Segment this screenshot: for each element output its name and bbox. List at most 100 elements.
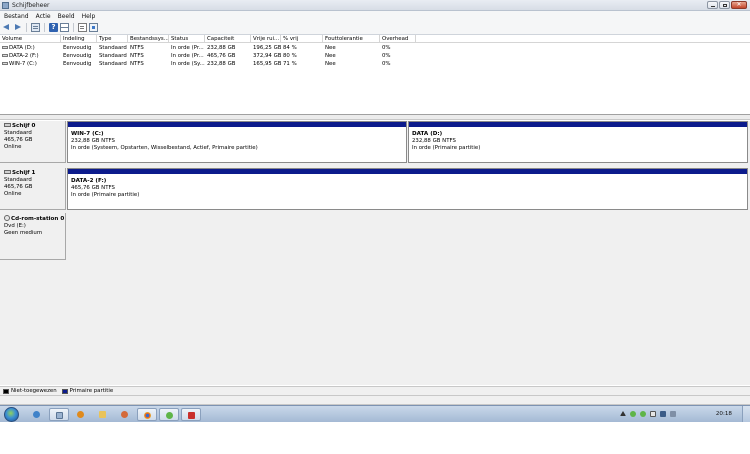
utorrent-tray-icon[interactable] — [640, 411, 646, 417]
toolbar-separator — [44, 23, 45, 32]
taskbar-folder-button[interactable] — [93, 408, 113, 421]
column-header-overhead[interactable]: Overhead — [380, 35, 416, 43]
hard-disk-icon — [4, 170, 11, 174]
disk-label[interactable]: Cd-rom-station 0 Dvd (E:) Geen medium — [0, 213, 66, 260]
cell-bestandssysteem: NTFS — [130, 61, 144, 67]
volume-list: Volume Indeling Type Bestandssys... Stat… — [0, 35, 750, 115]
partition-size: 232,88 GB NTFS — [412, 138, 456, 144]
desktop-screen: Schijfbeheer ✕ Bestand Actie Beeld Help … — [0, 0, 750, 454]
forward-arrow-icon[interactable] — [13, 23, 22, 32]
disk-map: Schijf 0 Standaard 465,76 GB Online WIN-… — [0, 121, 750, 385]
column-header-type[interactable]: Type — [97, 35, 128, 43]
start-button[interactable] — [4, 407, 19, 422]
close-button[interactable]: ✕ — [731, 1, 747, 9]
partition-body: DATA-2 (F:) 465,76 GB NTFS In orde (Prim… — [71, 177, 745, 199]
action-center-icon[interactable] — [650, 411, 656, 417]
column-header-vrije-ruimte[interactable]: Vrije rui... — [251, 35, 281, 43]
menu-beeld[interactable]: Beeld — [58, 13, 75, 20]
partition-data2-f[interactable]: DATA-2 (F:) 465,76 GB NTFS In orde (Prim… — [67, 168, 748, 210]
disk-row-schijf-0: Schijf 0 Standaard 465,76 GB Online WIN-… — [0, 121, 750, 163]
maximize-icon — [723, 4, 727, 7]
disk-name-text: Schijf 0 — [12, 123, 36, 129]
table-row[interactable]: WIN-7 (C:) Eenvoudig Standaard NTFS In o… — [0, 60, 420, 68]
disk-label[interactable]: Schijf 0 Standaard 465,76 GB Online — [0, 121, 66, 163]
taskbar-snipping-tool-button[interactable] — [181, 408, 201, 421]
column-header-status[interactable]: Status — [169, 35, 205, 43]
cell-vrije-ruimte: 372,94 GB — [253, 53, 281, 59]
torrent-tray-icon[interactable] — [630, 411, 636, 417]
partition-name: DATA (D:) — [412, 131, 443, 137]
wmp-icon — [77, 411, 84, 418]
cell-type: Standaard — [99, 53, 127, 59]
grid-view-icon[interactable] — [60, 23, 69, 32]
minimize-button[interactable] — [707, 1, 718, 9]
close-icon: ✕ — [736, 1, 742, 8]
cell-volume-text: DATA-2 (F:) — [9, 53, 39, 59]
help-icon[interactable]: ? — [49, 23, 58, 32]
partition-win7-c[interactable]: WIN-7 (C:) 232,88 GB NTFS In orde (Syste… — [67, 121, 407, 163]
menu-bestand[interactable]: Bestand — [4, 13, 29, 20]
table-row[interactable]: DATA (D:) Eenvoudig Standaard NTFS In or… — [0, 44, 420, 52]
volume-icon[interactable] — [670, 411, 676, 417]
status-bar — [0, 396, 750, 405]
column-header-bestandssysteem[interactable]: Bestandssys... — [128, 35, 169, 43]
partition-size: 465,76 GB NTFS — [71, 185, 115, 191]
disk-type: Standaard — [4, 177, 32, 183]
document-icon[interactable] — [78, 23, 87, 32]
cell-fouttolerantie: Nee — [325, 61, 336, 67]
partition-data-d[interactable]: DATA (D:) 232,88 GB NTFS In orde (Primai… — [408, 121, 748, 163]
column-header-indeling[interactable]: Indeling — [61, 35, 97, 43]
cell-overhead: 0% — [382, 61, 391, 67]
column-header-volume[interactable]: Volume — [0, 35, 61, 43]
pane-splitter[interactable] — [0, 115, 750, 120]
torrent-icon — [166, 412, 173, 419]
taskbar-explorer-button[interactable] — [27, 408, 47, 421]
partition-status: In orde (Primaire partitie) — [412, 145, 481, 151]
taskbar-wmp-button[interactable] — [71, 408, 91, 421]
taskbar-disk-management-button[interactable] — [49, 408, 69, 421]
taskbar-computer-management-button[interactable] — [115, 408, 135, 421]
cell-fouttolerantie: Nee — [325, 45, 336, 51]
disk-row-cdrom-0: Cd-rom-station 0 Dvd (E:) Geen medium — [0, 213, 750, 260]
show-hidden-icons-icon[interactable] — [620, 411, 626, 416]
taskbar-torrent-button[interactable] — [159, 408, 179, 421]
disk-name: Schijf 0 — [4, 123, 65, 130]
minimize-icon — [711, 6, 715, 7]
disk-label[interactable]: Schijf 1 Standaard 465,76 GB Online — [0, 168, 66, 210]
taskbar-chrome-button[interactable] — [137, 408, 157, 421]
cell-indeling: Eenvoudig — [63, 45, 92, 51]
back-arrow-icon[interactable] — [2, 23, 11, 32]
window-title: Schijfbeheer — [12, 2, 50, 9]
window-controls: ✕ — [707, 1, 747, 9]
cd-rom-empty-area — [66, 213, 750, 260]
column-header-procent-vrij[interactable]: % vrij — [281, 35, 323, 43]
cell-procent-vrij: 80 % — [283, 53, 297, 59]
legend-label-unallocated: Niet-toegewezen — [11, 388, 57, 394]
show-hide-console-tree-icon[interactable] — [31, 23, 40, 32]
cell-status: In orde (Pr... — [171, 45, 204, 51]
toolbar-separator — [26, 23, 27, 32]
table-row[interactable]: DATA-2 (F:) Eenvoudig Standaard NTFS In … — [0, 52, 420, 60]
cell-bestandssysteem: NTFS — [130, 53, 144, 59]
column-header-capaciteit[interactable]: Capaciteit — [205, 35, 251, 43]
chrome-icon — [144, 412, 151, 419]
menu-help[interactable]: Help — [82, 13, 96, 20]
menu-actie[interactable]: Actie — [36, 13, 51, 20]
computer-management-icon — [121, 411, 128, 418]
toolbar-separator — [73, 23, 74, 32]
maximize-button[interactable] — [719, 1, 730, 9]
clock[interactable]: 20:18 — [716, 411, 732, 417]
properties-icon[interactable] — [89, 23, 98, 32]
network-icon[interactable] — [660, 411, 666, 417]
show-desktop-button[interactable] — [742, 406, 750, 423]
screen-margin — [0, 422, 750, 454]
drive-icon — [2, 62, 8, 65]
folder-icon — [99, 411, 106, 418]
disk-type: Dvd (E:) — [4, 223, 26, 229]
disk-name-text: Cd-rom-station 0 — [11, 216, 65, 222]
cell-procent-vrij: 84 % — [283, 45, 297, 51]
cell-volume: WIN-7 (C:) — [0, 60, 61, 68]
disk-state: Online — [4, 191, 22, 197]
column-header-fouttolerantie[interactable]: Fouttolerantie — [323, 35, 380, 43]
disk-name: Cd-rom-station 0 — [4, 215, 65, 223]
